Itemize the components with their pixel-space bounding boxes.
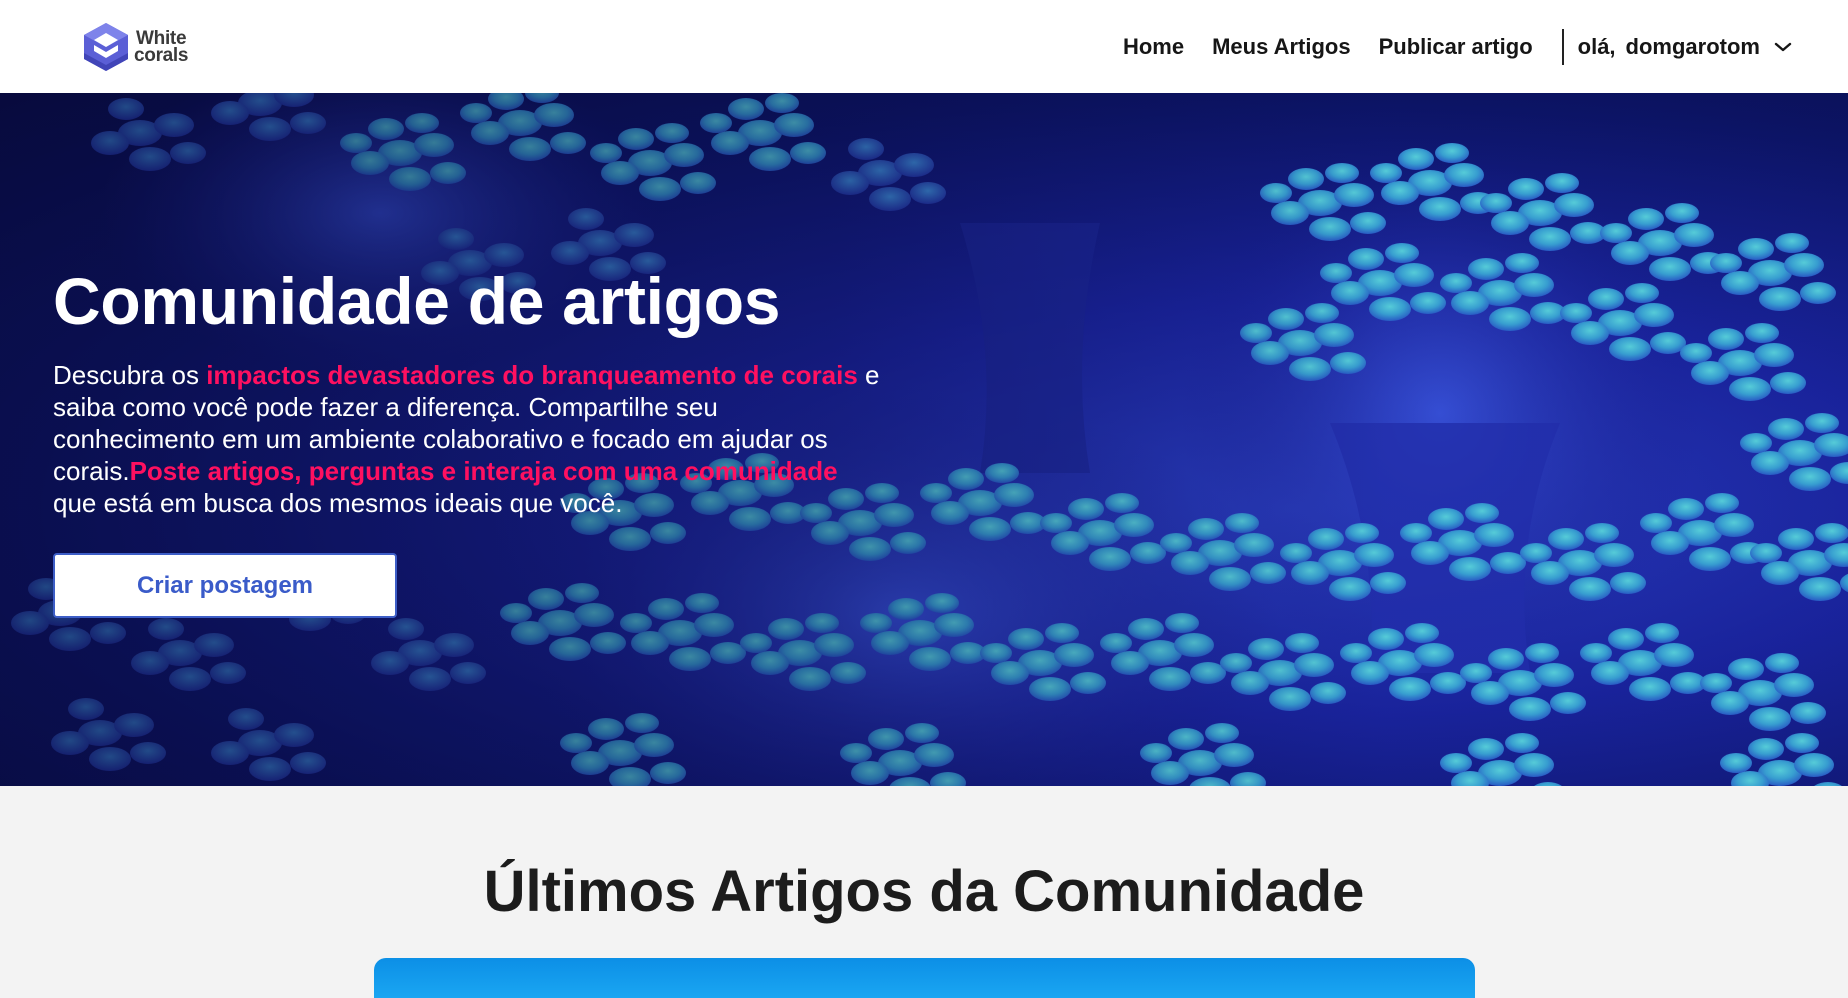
hero-desc-text-3: que está em busca dos mesmos ideais que … xyxy=(53,488,623,518)
hexagon-cube-logo-icon xyxy=(84,23,128,71)
logo-text-corals: corals xyxy=(134,45,189,66)
hero-desc-highlight-1: impactos devastadores do branqueamento d… xyxy=(206,360,858,390)
nav-publicar-artigo-link[interactable]: Publicar artigo xyxy=(1379,34,1533,60)
hero-banner: Comunidade de artigos Descubra os impact… xyxy=(0,93,1848,786)
nav-home-link[interactable]: Home xyxy=(1123,34,1184,60)
latest-articles-title: Últimos Artigos da Comunidade xyxy=(483,859,1365,924)
logo-wordmark: White corals xyxy=(134,29,189,66)
hero-description: Descubra os impactos devastadores do bra… xyxy=(53,359,883,519)
hero-content: Comunidade de artigos Descubra os impact… xyxy=(53,263,893,519)
user-name: domgarotom xyxy=(1625,33,1760,59)
nav-meus-artigos-link[interactable]: Meus Artigos xyxy=(1212,34,1351,60)
top-navbar: White corals Home Meus Artigos Publicar … xyxy=(0,0,1848,93)
chevron-down-icon[interactable] xyxy=(1774,41,1792,53)
user-menu-dropdown[interactable]: olá, domgarotom xyxy=(1561,28,1792,65)
criar-postagem-button[interactable]: Criar postagem xyxy=(53,553,397,618)
user-greeting: olá, xyxy=(1577,33,1616,59)
hero-title: Comunidade de artigos xyxy=(53,264,781,338)
hero-desc-highlight-2: Poste artigos, perguntas e interaja com … xyxy=(129,456,838,486)
site-logo[interactable]: White corals xyxy=(80,21,188,73)
hero-desc-text-1: Descubra os xyxy=(53,360,207,390)
article-card[interactable] xyxy=(374,958,1475,998)
main-nav: Home Meus Artigos Publicar artigo olá, d… xyxy=(1123,0,1792,93)
